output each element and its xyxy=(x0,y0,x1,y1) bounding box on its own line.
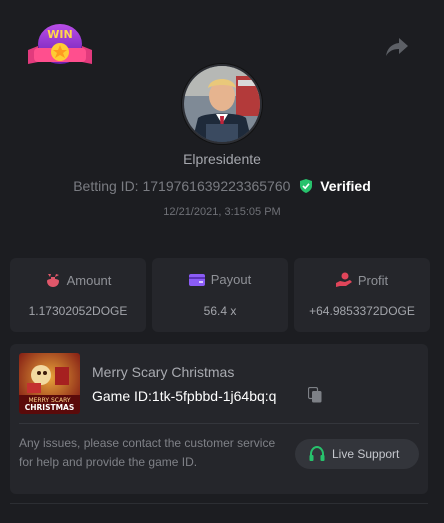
live-support-label[interactable]: Live Support xyxy=(332,447,399,461)
verified-label: Verified xyxy=(320,178,371,194)
live-support-button[interactable]: Live Support xyxy=(295,439,419,469)
headset-icon[interactable] xyxy=(309,446,325,462)
profit-icon xyxy=(335,272,352,287)
bet-stats: Amount 1.17302052DOGE Payout 56.4 x Prof… xyxy=(10,258,430,332)
game-id-label: Game ID: xyxy=(92,388,152,404)
stat-profit-value: +64.9853372DOGE xyxy=(309,304,415,318)
username: Elpresidente xyxy=(183,151,261,167)
user-avatar xyxy=(182,64,262,144)
card-divider xyxy=(19,423,419,424)
logo-win-text: WIN xyxy=(47,28,72,41)
share-arrow-icon[interactable] xyxy=(385,36,409,58)
thumbnail-text-2: CHRISTMAS xyxy=(25,403,75,412)
avatar-portrait-icon xyxy=(184,66,260,142)
bottom-divider xyxy=(10,503,428,504)
stat-amount: Amount 1.17302052DOGE xyxy=(10,258,146,332)
copy-button[interactable] xyxy=(307,386,322,403)
win-logo: WIN xyxy=(24,20,96,74)
stat-amount-value: 1.17302052DOGE xyxy=(28,304,128,318)
share-button[interactable] xyxy=(385,36,409,58)
amount-icon xyxy=(46,274,59,287)
game-thumbnail-art: MERRY SCARY CHRISTMAS xyxy=(19,353,80,414)
stat-payout-label: Payout xyxy=(210,272,252,287)
stat-payout-value: 56.4 x xyxy=(203,304,237,318)
game-id: Game ID:1tk-5fpbbd-1j64bq:q xyxy=(92,388,276,404)
stat-amount-label: Amount xyxy=(66,273,112,288)
bet-timestamp: 12/21/2021, 3:15:05 PM xyxy=(163,206,281,218)
game-title: Merry Scary Christmas xyxy=(92,364,235,380)
verified-shield-icon xyxy=(300,179,313,193)
game-id-value: 1tk-5fpbbd-1j64bq:q xyxy=(151,388,277,404)
support-notice: Any issues, please contact the customer … xyxy=(19,436,276,469)
betting-id-row: Betting ID: 1719761639223365760 Verified xyxy=(0,178,444,194)
stat-payout: Payout 56.4 x xyxy=(152,258,288,332)
stat-profit-label: Profit xyxy=(357,273,389,288)
betting-id-value: 1719761639223365760 xyxy=(142,178,291,194)
win-badge-icon: WIN xyxy=(28,24,92,64)
game-card: MERRY SCARY CHRISTMAS Merry Scary Christ… xyxy=(10,344,428,494)
betting-id-label: Betting ID: xyxy=(73,178,139,194)
game-thumbnail[interactable]: MERRY SCARY CHRISTMAS xyxy=(19,353,80,414)
stat-profit: Profit +64.9853372DOGE xyxy=(294,258,430,332)
payout-icon xyxy=(188,274,205,286)
copy-icon[interactable] xyxy=(307,386,322,403)
